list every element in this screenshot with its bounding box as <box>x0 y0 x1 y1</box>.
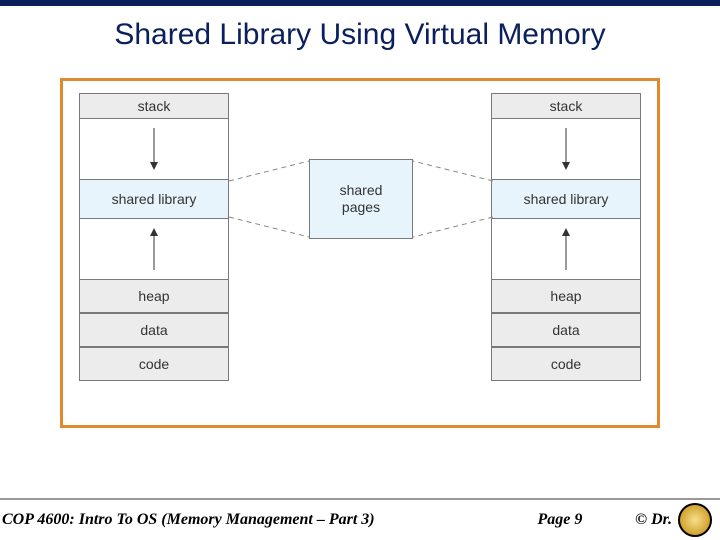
gap-left-1 <box>79 119 229 179</box>
slide-title: Shared Library Using Virtual Memory <box>0 6 720 60</box>
shared-pages-box: shared pages <box>309 159 413 239</box>
gap-left-2 <box>79 219 229 279</box>
segment-heap-left: heap <box>79 279 229 313</box>
arrow-down-icon <box>144 124 164 174</box>
arrow-down-icon <box>556 124 576 174</box>
arrow-up-icon <box>144 224 164 274</box>
segment-shared-library-left: shared library <box>79 179 229 219</box>
arrow-up-icon <box>556 224 576 274</box>
gap-right-1 <box>491 119 641 179</box>
segment-data-left: data <box>79 313 229 347</box>
right-process-column: stack shared library heap data code <box>491 93 641 381</box>
footer-course: COP 4600: Intro To OS (Memory Management… <box>2 511 375 529</box>
segment-heap-right: heap <box>491 279 641 313</box>
gap-right-2 <box>491 219 641 279</box>
segment-code-right: code <box>491 347 641 381</box>
diagram-frame: stack shared library heap data code stac… <box>60 78 660 428</box>
diagram-stage: stack shared library heap data code stac… <box>79 93 641 407</box>
left-process-column: stack shared library heap data code <box>79 93 229 381</box>
segment-code-left: code <box>79 347 229 381</box>
footer-copyright: © Dr. <box>635 511 672 529</box>
footer-page: Page 9 <box>375 511 636 529</box>
segment-stack-left: stack <box>79 93 229 119</box>
segment-data-right: data <box>491 313 641 347</box>
slide-footer: COP 4600: Intro To OS (Memory Management… <box>0 498 720 540</box>
segment-stack-right: stack <box>491 93 641 119</box>
segment-shared-library-right: shared library <box>491 179 641 219</box>
ucf-logo-icon <box>678 503 712 537</box>
shared-pages-label: shared pages <box>340 182 383 216</box>
